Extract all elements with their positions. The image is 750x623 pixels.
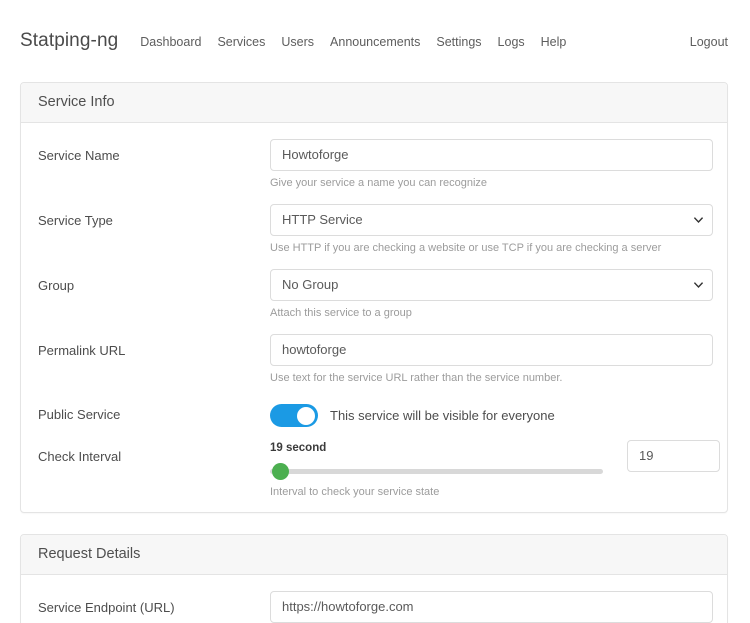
chevron-down-icon xyxy=(694,215,703,224)
service-endpoint-control: https://howtoforge.com Statping will att… xyxy=(270,591,713,623)
service-name-row: Service Name Howtoforge Give your servic… xyxy=(38,139,713,191)
nav-link-dashboard[interactable]: Dashboard xyxy=(140,35,201,49)
request-details-card: Request Details Service Endpoint (URL) h… xyxy=(20,534,728,623)
public-service-toggle[interactable] xyxy=(270,404,318,428)
group-row: Group No Group Attach this service to a … xyxy=(38,268,713,321)
service-endpoint-input[interactable]: https://howtoforge.com xyxy=(270,591,713,623)
permalink-label: Permalink URL xyxy=(38,342,126,358)
nav-link-services[interactable]: Services xyxy=(217,35,265,49)
public-service-description: This service will be visible for everyon… xyxy=(330,408,555,424)
check-interval-help: Interval to check your service state xyxy=(270,486,440,499)
check-interval-caption: 19 second xyxy=(270,442,327,455)
permalink-control: howtoforge Use text for the service URL … xyxy=(270,333,713,386)
group-selected-value: No Group xyxy=(282,276,339,292)
service-info-card: Service Info Service Name Howtoforge Giv… xyxy=(20,82,728,514)
check-interval-slider[interactable] xyxy=(270,463,603,481)
check-interval-row: Check Interval 19 second Interval to che… xyxy=(38,440,720,498)
group-select[interactable]: No Group xyxy=(270,268,713,301)
service-endpoint-row: Service Endpoint (URL) https://howtoforg… xyxy=(38,591,713,623)
service-endpoint-label: Service Endpoint (URL) xyxy=(38,600,175,616)
nav-link-logs[interactable]: Logs xyxy=(498,35,525,49)
request-details-header: Request Details xyxy=(21,535,727,576)
service-name-control: Howtoforge Give your service a name you … xyxy=(270,139,713,191)
service-name-help: Give your service a name you can recogni… xyxy=(270,177,488,189)
check-interval-label: Check Interval xyxy=(38,449,122,465)
service-type-selected-value: HTTP Service xyxy=(282,211,363,227)
service-info-header: Service Info xyxy=(21,83,727,123)
service-type-help: Use HTTP if you are checking a website o… xyxy=(270,241,662,254)
service-type-control: HTTP Service Use HTTP if you are checkin… xyxy=(270,203,713,256)
logout-link[interactable]: Logout xyxy=(690,35,728,49)
slider-track[interactable] xyxy=(270,469,603,475)
toggle-knob xyxy=(297,406,315,425)
nav-link-users[interactable]: Users xyxy=(281,35,314,49)
nav-right-group: Logout xyxy=(690,31,728,51)
permalink-help: Use text for the service URL rather than… xyxy=(270,371,563,384)
check-interval-slider-left: 19 second Interval to check your service… xyxy=(270,440,613,498)
check-interval-control: 19 second Interval to check your service… xyxy=(270,440,720,498)
group-label: Group xyxy=(38,277,75,293)
service-type-select[interactable]: HTTP Service xyxy=(270,203,713,236)
service-name-label: Service Name xyxy=(38,148,120,163)
top-navbar: Statping-ng Dashboard Services Users Ann… xyxy=(0,0,750,82)
group-control: No Group Attach this service to a group xyxy=(270,268,713,321)
nav-link-help[interactable]: Help xyxy=(541,35,567,49)
permalink-input[interactable]: howtoforge xyxy=(270,333,713,366)
public-service-control: This service will be visible for everyon… xyxy=(270,398,710,428)
permalink-row: Permalink URL howtoforge Use text for th… xyxy=(38,333,713,386)
check-interval-number-input[interactable]: 19 xyxy=(627,440,720,473)
public-service-toggle-row: This service will be visible for everyon… xyxy=(270,398,710,428)
service-type-label: Service Type xyxy=(38,212,113,228)
nav-links: Dashboard Services Users Announcements S… xyxy=(140,33,566,49)
service-info-body: Service Name Howtoforge Give your servic… xyxy=(21,123,727,512)
nav-link-settings[interactable]: Settings xyxy=(436,35,481,49)
request-details-body: Service Endpoint (URL) https://howtoforg… xyxy=(21,575,727,623)
check-interval-slider-area: 19 second Interval to check your service… xyxy=(270,440,720,498)
service-name-input[interactable]: Howtoforge xyxy=(270,139,713,171)
public-service-label: Public Service xyxy=(38,407,121,423)
public-service-row: Public Service This service will be visi… xyxy=(38,398,710,428)
group-help: Attach this service to a group xyxy=(270,306,412,319)
chevron-down-icon xyxy=(694,280,703,289)
brand-logo[interactable]: Statping-ng xyxy=(20,30,118,52)
service-type-row: Service Type HTTP Service Use HTTP if yo… xyxy=(38,203,713,256)
nav-link-announcements[interactable]: Announcements xyxy=(330,35,420,49)
slider-thumb[interactable] xyxy=(272,463,289,481)
